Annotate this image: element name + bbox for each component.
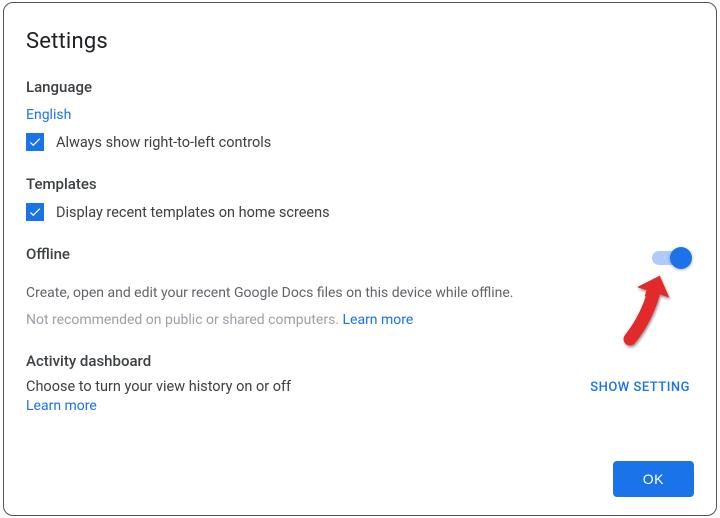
templates-heading: Templates (26, 175, 694, 193)
offline-heading: Offline (26, 245, 70, 263)
check-icon (28, 135, 42, 149)
templates-checkbox-label: Display recent templates on home screens (56, 204, 330, 221)
offline-description: Create, open and edit your recent Google… (26, 283, 694, 304)
activity-heading: Activity dashboard (26, 352, 694, 370)
offline-learn-more-link[interactable]: Learn more (342, 312, 413, 328)
show-setting-button[interactable]: SHOW SETTING (590, 378, 694, 395)
language-heading: Language (26, 78, 694, 96)
rtl-checkbox-label: Always show right-to-left controls (56, 134, 271, 151)
activity-section: Activity dashboard Choose to turn your v… (26, 352, 694, 414)
activity-row: Choose to turn your view history on or o… (26, 378, 694, 414)
check-icon (28, 205, 42, 219)
offline-header: Offline (26, 245, 694, 271)
offline-warning: Not recommended on public or shared comp… (26, 312, 342, 328)
activity-learn-more-link[interactable]: Learn more (26, 398, 97, 414)
language-link[interactable]: English (26, 107, 71, 123)
dialog-footer: OK (613, 461, 694, 497)
ok-button[interactable]: OK (613, 461, 694, 497)
toggle-knob (670, 247, 692, 269)
offline-warning-row: Not recommended on public or shared comp… (26, 312, 694, 328)
rtl-checkbox-row: Always show right-to-left controls (26, 133, 694, 151)
offline-toggle[interactable] (652, 251, 688, 265)
templates-section: Templates Display recent templates on ho… (26, 175, 694, 221)
rtl-checkbox[interactable] (26, 133, 44, 151)
activity-left: Choose to turn your view history on or o… (26, 378, 291, 414)
offline-section: Offline Create, open and edit your recen… (26, 245, 694, 328)
activity-description: Choose to turn your view history on or o… (26, 378, 291, 395)
templates-checkbox[interactable] (26, 203, 44, 221)
templates-checkbox-row: Display recent templates on home screens (26, 203, 694, 221)
settings-dialog: Settings Language English Always show ri… (3, 2, 717, 516)
language-section: Language English Always show right-to-le… (26, 78, 694, 151)
dialog-title: Settings (26, 29, 694, 54)
